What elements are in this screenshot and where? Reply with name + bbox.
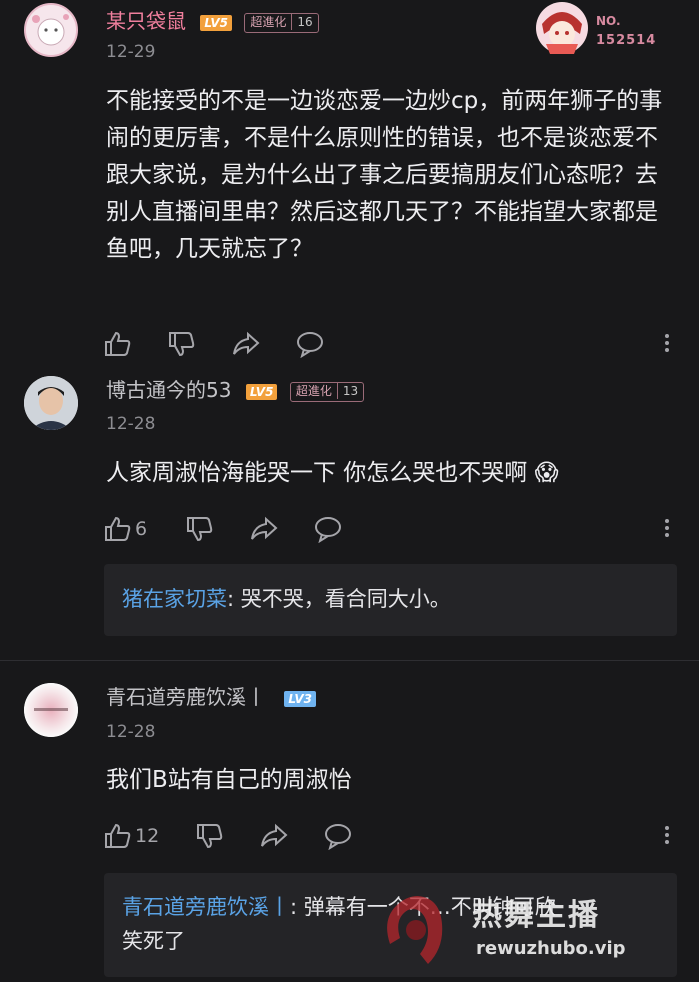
username[interactable]: 青石道旁鹿饮溪丨 LV3 [106,684,316,710]
comment-date: 12-29 [106,42,156,62]
dislike-button[interactable] [196,821,224,851]
badge-no-value: 152514 [596,33,657,48]
comment-text-body: 人家周淑怡海能哭一下 你怎么哭也不哭啊 [106,460,528,486]
share-icon [233,331,260,355]
share-button[interactable] [250,514,278,544]
medal-name: 超進化 [295,383,332,398]
more-vertical-icon[interactable] [665,823,671,847]
comment-date: 12-28 [106,414,156,434]
comment-date: 12-28 [106,722,156,742]
username-text[interactable]: 博古通今的53 [106,378,231,402]
username-text[interactable]: 青石道旁鹿饮溪丨 [106,685,266,709]
share-button[interactable] [232,329,260,359]
watermark-url: rewuzhubo.vip [476,938,626,959]
reply-preview[interactable]: 猪在家切菜: 哭不哭，看合同大小。 [104,564,677,636]
character-icon [536,2,588,54]
like-button[interactable]: 12 [104,821,159,851]
comment-actions: 12 [104,821,684,851]
comment-2: 博古通今的53 LV5 超進化 13 12-28 人家周淑怡海能哭一下 你怎么哭也… [0,370,699,660]
share-icon [251,516,278,540]
share-icon [261,823,288,847]
thumb-up-icon [105,516,131,541]
decoration-badge[interactable]: NO. 152514 [534,0,684,60]
badge-no-label: NO. [596,14,621,28]
comment-text: 不能接受的不是一边谈恋爱一边炒cp，前两年狮子的事闹的更厉害，不是什么原则性的错… [106,88,663,262]
level-badge: LV5 [200,14,232,31]
fan-medal[interactable]: 超進化 13 [289,381,365,402]
username[interactable]: 博古通今的53 LV5 超進化 13 [106,377,365,403]
more-vertical-icon[interactable] [665,516,671,540]
thumb-down-icon [169,332,195,357]
avatar[interactable] [24,3,78,57]
medal-level: 13 [336,382,363,399]
comment-text: 人家周淑怡海能哭一下 你怎么哭也不哭啊 😱 [106,455,676,492]
like-count: 12 [135,825,160,847]
watermark-title: 热舞主播 [472,898,600,933]
dancer-logo-icon [387,896,443,964]
shocked-emoji-icon: 😱 [534,460,559,486]
reply-text-line2: 笑死了 [122,929,185,953]
level-badge: LV3 [284,690,316,707]
avatar[interactable] [24,376,78,430]
reply-button[interactable] [314,514,342,544]
watermark: 热舞主播 rewuzhubo.vip [380,884,680,974]
like-button[interactable] [104,329,132,359]
dislike-button[interactable] [186,514,214,544]
reply-username[interactable]: 青石道旁鹿饮溪丨 [122,895,290,919]
username-text[interactable]: 某只袋鼠 [106,9,186,33]
comment-icon [315,517,341,543]
avatar[interactable] [24,683,78,737]
more-vertical-icon[interactable] [665,331,671,355]
reply-username[interactable]: 猪在家切菜 [122,587,227,611]
medal-name: 超進化 [250,14,287,29]
comment-text: 我们B站有自己的周淑怡 [106,767,352,793]
fan-medal[interactable]: 超進化 16 [244,12,319,33]
medal-level: 16 [291,13,317,30]
comment-icon [297,332,323,358]
reply-button[interactable] [296,329,324,359]
like-count: 6 [135,518,148,540]
share-button[interactable] [260,821,288,851]
thumb-up-icon [105,823,131,848]
thumb-down-icon [187,517,213,542]
thumb-up-icon [105,331,131,356]
level-badge: LV5 [245,383,278,400]
username[interactable]: 某只袋鼠 LV5 超進化 16 [106,8,319,34]
comment-actions [104,329,684,359]
comment-1: 某只袋鼠 LV5 超進化 16 12-29 NO. 152514 不能接受的不是一… [0,0,699,370]
reply-button[interactable] [324,821,352,851]
like-button[interactable]: 6 [104,514,147,544]
thumb-down-icon [197,824,223,849]
comment-actions: 6 [104,514,684,544]
comment-icon [325,824,351,850]
reply-text: : 哭不哭，看合同大小。 [227,587,451,611]
dislike-button[interactable] [168,329,196,359]
